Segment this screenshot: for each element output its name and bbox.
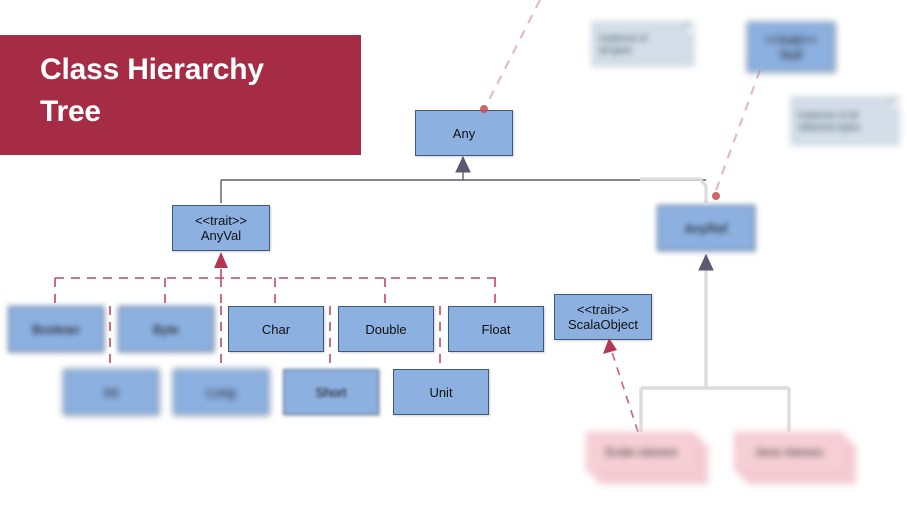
node-int[interactable]: Int	[63, 369, 159, 415]
node-float[interactable]: Float	[448, 306, 544, 352]
diagram-canvas: Class Hierarchy Tree Any <<trait>> AnyVa…	[0, 0, 907, 515]
node-double[interactable]: Double	[338, 306, 434, 352]
node-double-label: Double	[365, 321, 407, 337]
node-any-label: Any	[452, 125, 476, 141]
node-anyval-label: <<trait>> AnyVal	[194, 213, 248, 243]
node-char-label: Char	[261, 321, 291, 337]
note-instances-all-types[interactable]: Instances of all types	[592, 22, 694, 66]
node-long-label: Long	[206, 384, 236, 400]
node-null-trait[interactable]: <<trait>> Null	[747, 22, 835, 72]
stack-sheet-front: Scala classes	[586, 432, 696, 472]
node-byte-label: Byte	[152, 321, 179, 337]
title-banner: Class Hierarchy Tree	[0, 35, 361, 155]
stack-sheet-front: Java classes	[734, 432, 844, 472]
note-instances-all-types-label: Instances of all types	[599, 33, 648, 55]
note-instances-reference-types[interactable]: Instances of all reference types	[791, 97, 899, 145]
node-unit[interactable]: Unit	[393, 369, 489, 415]
node-char[interactable]: Char	[228, 306, 324, 352]
node-anyval[interactable]: <<trait>> AnyVal	[172, 205, 270, 251]
node-anyref[interactable]: AnyRef	[657, 205, 755, 251]
node-byte[interactable]: Byte	[118, 306, 214, 352]
note-instances-reference-types-label: Instances of all reference types	[798, 110, 861, 132]
node-scalaobject-label: <<trait>> ScalaObject	[567, 302, 639, 332]
node-long[interactable]: Long	[173, 369, 269, 415]
node-boolean-label: Boolean	[32, 321, 80, 337]
node-java-classes[interactable]: Java classes	[734, 432, 864, 492]
node-any[interactable]: Any	[415, 110, 513, 156]
page-title: Class Hierarchy Tree	[40, 53, 264, 128]
node-scala-classes[interactable]: Scala classes	[586, 432, 716, 492]
node-int-label: Int	[103, 384, 119, 400]
node-java-classes-label: Java classes	[754, 445, 824, 459]
node-scala-classes-label: Scala classes	[604, 445, 678, 459]
node-scalaobject[interactable]: <<trait>> ScalaObject	[554, 294, 652, 340]
node-boolean[interactable]: Boolean	[8, 306, 104, 352]
node-float-label: Float	[481, 321, 511, 337]
node-null-trait-label: <<trait>> Null	[764, 32, 818, 62]
node-unit-label: Unit	[429, 384, 453, 400]
node-short[interactable]: Short	[283, 369, 379, 415]
node-short-label: Short	[315, 384, 347, 400]
node-anyref-label: AnyRef	[684, 220, 728, 236]
